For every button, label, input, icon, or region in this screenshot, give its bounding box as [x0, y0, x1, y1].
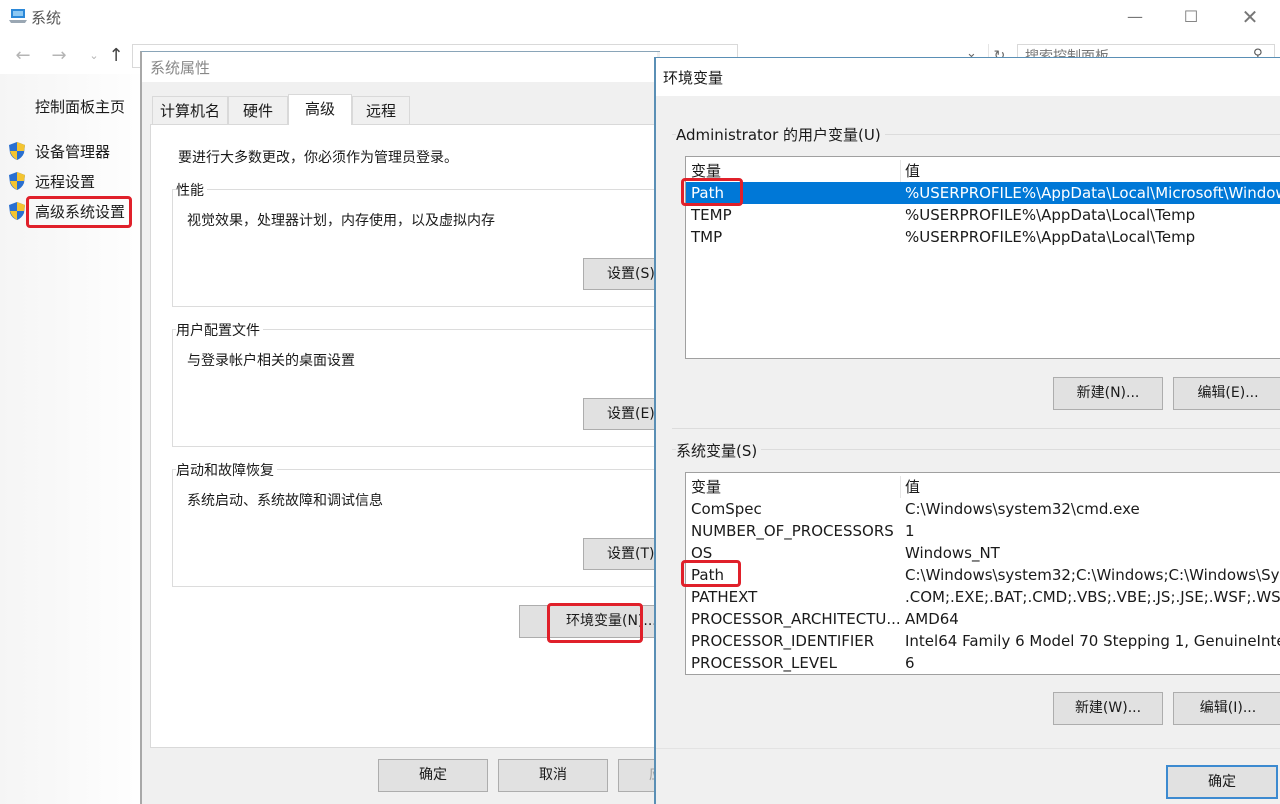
table-row[interactable]: PATHEXT .COM;.EXE;.BAT;.CMD;.VBS;.VBE;.J…	[686, 586, 1280, 608]
dialog-title: 环境变量	[663, 69, 724, 87]
sidebar-home-link[interactable]: 控制面板主页	[35, 96, 125, 117]
user-edit-button[interactable]: 编辑(E)...	[1173, 377, 1280, 410]
table-row[interactable]: PROCESSOR_ARCHITECTU... AMD64	[686, 608, 1280, 630]
variable-name: TMP	[691, 228, 723, 246]
tab-advanced[interactable]: 高级	[288, 94, 352, 125]
variable-name: Path	[691, 566, 724, 584]
maximize-button[interactable]: ☐	[1168, 4, 1214, 30]
window-title: 系统	[31, 9, 62, 27]
up-button[interactable]: ↑	[105, 44, 127, 68]
variable-value: C:\Windows\system32;C:\Windows;C:\Window…	[905, 566, 1280, 584]
system-variables-list[interactable]: 变量 值 ComSpec C:\Windows\system32\cmd.exe…	[685, 472, 1280, 675]
table-row[interactable]: Path %USERPROFILE%\AppData\Local\Microso…	[686, 182, 1280, 204]
arrow-up-icon: ↑	[108, 45, 124, 66]
user-variables-list[interactable]: 变量 值 Path %USERPROFILE%\AppData\Local\Mi…	[685, 156, 1280, 359]
sidebar-item-label: 设备管理器	[35, 143, 111, 161]
table-row[interactable]: ComSpec C:\Windows\system32\cmd.exe	[686, 498, 1280, 520]
variable-name: PROCESSOR_LEVEL	[691, 654, 837, 672]
table-row[interactable]: TMP %USERPROFILE%\AppData\Local\Temp	[686, 226, 1280, 248]
section-divider	[672, 428, 1280, 429]
variable-value: %USERPROFILE%\AppData\Local\Temp	[905, 206, 1196, 224]
footer-divider	[656, 748, 1280, 749]
ok-button[interactable]: 确定	[378, 759, 488, 792]
table-row[interactable]: NUMBER_OF_PROCESSORS 1	[686, 520, 1280, 542]
group-description: 视觉效果，处理器计划，内存使用，以及虚拟内存	[187, 213, 495, 229]
system-properties-titlebar	[142, 52, 657, 82]
variable-value: AMD64	[905, 610, 959, 628]
table-row[interactable]: PROCESSOR_LEVEL 6	[686, 652, 1280, 674]
maximize-icon: ☐	[1183, 7, 1199, 26]
group-title: 用户配置文件	[176, 320, 263, 340]
variable-value: 6	[905, 654, 915, 672]
system-app-icon	[9, 9, 27, 23]
arrow-right-icon: →	[51, 45, 67, 66]
variable-name: PATHEXT	[691, 588, 758, 606]
table-row[interactable]: PROCESSOR_IDENTIFIER Intel64 Family 6 Mo…	[686, 630, 1280, 652]
apply-button[interactable]: 应用(A)	[618, 759, 658, 792]
variable-value: %USERPROFILE%\AppData\Local\Microsoft\Wi…	[905, 184, 1280, 202]
user-profiles-settings-button[interactable]: 设置(E)...	[583, 398, 663, 430]
group-title: 性能	[176, 180, 207, 200]
user-new-button[interactable]: 新建(N)...	[1053, 377, 1163, 410]
minimize-icon: —	[1127, 7, 1143, 26]
close-icon: ✕	[1241, 5, 1259, 29]
column-separator[interactable]	[900, 476, 901, 498]
group-description: 系统启动、系统故障和调试信息	[187, 493, 383, 509]
env-ok-button[interactable]: 确定	[1166, 765, 1278, 799]
variable-name: Path	[691, 184, 724, 202]
column-header-variable[interactable]: 变量	[691, 160, 721, 182]
startup-recovery-settings-button[interactable]: 设置(T)...	[583, 538, 663, 570]
user-variables-title: Administrator 的用户变量(U)	[676, 124, 885, 145]
sidebar-item-label: 远程设置	[35, 173, 96, 191]
variable-value: .COM;.EXE;.BAT;.CMD;.VBS;.VBE;.JS;.JSE;.…	[905, 588, 1280, 606]
variable-value: 1	[905, 522, 915, 540]
variable-name: TEMP	[691, 206, 732, 224]
variable-name: PROCESSOR_ARCHITECTU...	[691, 610, 901, 628]
section-divider	[672, 449, 1280, 450]
cancel-button[interactable]: 取消	[498, 759, 608, 792]
arrow-left-icon: ←	[15, 45, 31, 66]
system-edit-button[interactable]: 编辑(I)...	[1173, 692, 1280, 725]
list-header: 变量 值	[686, 476, 1280, 498]
tab-computer-name[interactable]: 计算机名	[152, 96, 228, 124]
shield-icon	[9, 172, 25, 190]
table-row[interactable]: OS Windows_NT	[686, 542, 1280, 564]
tab-remote[interactable]: 远程	[352, 96, 410, 124]
chevron-down-icon: ⌄	[89, 49, 99, 62]
variable-value: C:\Windows\system32\cmd.exe	[905, 500, 1140, 518]
admin-note: 要进行大多数更改，你必须作为管理员登录。	[178, 150, 458, 166]
minimize-button[interactable]: —	[1112, 4, 1158, 30]
group-description: 与登录帐户相关的桌面设置	[187, 353, 355, 369]
dialog-title: 系统属性	[150, 59, 211, 77]
variable-name: NUMBER_OF_PROCESSORS	[691, 522, 894, 540]
variable-name: ComSpec	[691, 500, 762, 518]
system-variables-title: 系统变量(S)	[676, 440, 762, 461]
column-header-value[interactable]: 值	[905, 160, 920, 182]
recent-locations-button[interactable]: ⌄	[83, 44, 105, 68]
shield-icon	[9, 202, 25, 220]
close-button[interactable]: ✕	[1227, 4, 1273, 30]
column-header-variable[interactable]: 变量	[691, 476, 721, 498]
tab-hardware[interactable]: 硬件	[228, 96, 288, 124]
list-header: 变量 值	[686, 160, 1280, 182]
performance-settings-button[interactable]: 设置(S)...	[583, 258, 663, 290]
variable-value: Intel64 Family 6 Model 70 Stepping 1, Ge…	[905, 632, 1280, 650]
column-header-value[interactable]: 值	[905, 476, 920, 498]
sidebar-item-label: 高级系统设置	[35, 203, 126, 221]
group-title: 启动和故障恢复	[176, 460, 277, 480]
table-row[interactable]: TEMP %USERPROFILE%\AppData\Local\Temp	[686, 204, 1280, 226]
forward-button[interactable]: →	[48, 44, 70, 68]
variable-name: OS	[691, 544, 713, 562]
window-titlebar	[0, 0, 1280, 36]
environment-variables-button[interactable]: 环境变量(N)...	[519, 605, 659, 638]
system-new-button[interactable]: 新建(W)...	[1053, 692, 1163, 725]
column-separator[interactable]	[900, 160, 901, 182]
variable-name: PROCESSOR_IDENTIFIER	[691, 632, 875, 650]
environment-variables-titlebar	[656, 58, 1280, 96]
variable-value: %USERPROFILE%\AppData\Local\Temp	[905, 228, 1196, 246]
shield-icon	[9, 142, 25, 160]
variable-value: Windows_NT	[905, 544, 1000, 562]
table-row[interactable]: Path C:\Windows\system32;C:\Windows;C:\W…	[686, 564, 1280, 586]
back-button[interactable]: ←	[12, 44, 34, 68]
